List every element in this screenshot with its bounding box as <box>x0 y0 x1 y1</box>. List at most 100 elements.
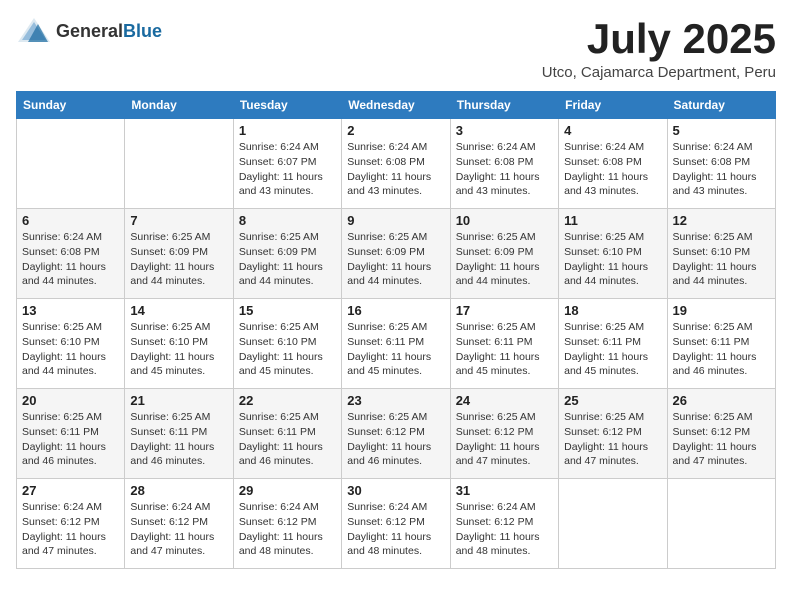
calendar-cell: 24Sunrise: 6:25 AM Sunset: 6:12 PM Dayli… <box>450 389 558 479</box>
day-number: 18 <box>564 303 661 318</box>
day-number: 6 <box>22 213 119 228</box>
calendar-cell: 1Sunrise: 6:24 AM Sunset: 6:07 PM Daylig… <box>233 119 341 209</box>
calendar-cell: 8 Sunrise: 6:25 AM Sunset: 6:09 PM Daylig… <box>233 209 341 299</box>
day-header-thursday: Thursday <box>450 92 558 119</box>
title-area: July 2025 Utco, Cajamarca Department, Pe… <box>542 16 776 81</box>
calendar-cell <box>667 479 775 569</box>
day-info: Sunrise: 6:25 AM Sunset: 6:10 PM Dayligh… <box>239 320 336 379</box>
calendar-cell: 9 Sunrise: 6:25 AM Sunset: 6:09 PM Daylig… <box>342 209 450 299</box>
day-number: 14 <box>130 303 227 318</box>
calendar-cell: 10 Sunrise: 6:25 AM Sunset: 6:09 PM Dayli… <box>450 209 558 299</box>
header: GeneralBlue July 2025 Utco, Cajamarca De… <box>16 16 776 81</box>
logo-icon <box>16 16 52 46</box>
calendar-cell: 19 Sunrise: 6:25 AM Sunset: 6:11 PM Dayli… <box>667 299 775 389</box>
day-number: 4 <box>564 123 661 138</box>
day-number: 9 <box>347 213 444 228</box>
calendar-cell: 27Sunrise: 6:24 AM Sunset: 6:12 PM Dayli… <box>17 479 125 569</box>
calendar-cell: 16Sunrise: 6:25 AM Sunset: 6:11 PM Dayli… <box>342 299 450 389</box>
day-info: Sunrise: 6:24 AM Sunset: 6:12 PM Dayligh… <box>22 500 119 559</box>
day-info: Sunrise: 6:25 AM Sunset: 6:09 PM Dayligh… <box>347 230 444 289</box>
calendar-week-row: 20 Sunrise: 6:25 AM Sunset: 6:11 PM Dayli… <box>17 389 776 479</box>
day-number: 2 <box>347 123 444 138</box>
day-info: Sunrise: 6:25 AM Sunset: 6:09 PM Dayligh… <box>239 230 336 289</box>
day-info: Sunrise: 6:24 AM Sunset: 6:07 PM Dayligh… <box>239 140 336 199</box>
calendar-cell: 12 Sunrise: 6:25 AM Sunset: 6:10 PM Dayli… <box>667 209 775 299</box>
calendar-cell: 11 Sunrise: 6:25 AM Sunset: 6:10 PM Dayli… <box>559 209 667 299</box>
calendar-table: SundayMondayTuesdayWednesdayThursdayFrid… <box>16 91 776 569</box>
calendar-header-row: SundayMondayTuesdayWednesdayThursdayFrid… <box>17 92 776 119</box>
day-info: Sunrise: 6:25 AM Sunset: 6:11 PM Dayligh… <box>673 320 770 379</box>
day-info: Sunrise: 6:24 AM Sunset: 6:12 PM Dayligh… <box>130 500 227 559</box>
day-header-saturday: Saturday <box>667 92 775 119</box>
day-number: 20 <box>22 393 119 408</box>
logo: GeneralBlue <box>16 16 162 46</box>
calendar-cell: 25Sunrise: 6:25 AM Sunset: 6:12 PM Dayli… <box>559 389 667 479</box>
logo-blue: Blue <box>123 21 162 41</box>
day-number: 30 <box>347 483 444 498</box>
calendar-cell: 18Sunrise: 6:25 AM Sunset: 6:11 PM Dayli… <box>559 299 667 389</box>
day-number: 10 <box>456 213 553 228</box>
location-title: Utco, Cajamarca Department, Peru <box>542 64 776 81</box>
day-info: Sunrise: 6:25 AM Sunset: 6:10 PM Dayligh… <box>673 230 770 289</box>
day-info: Sunrise: 6:25 AM Sunset: 6:11 PM Dayligh… <box>239 410 336 469</box>
calendar-week-row: 6 Sunrise: 6:24 AM Sunset: 6:08 PM Daylig… <box>17 209 776 299</box>
day-number: 13 <box>22 303 119 318</box>
calendar-cell: 4 Sunrise: 6:24 AM Sunset: 6:08 PM Daylig… <box>559 119 667 209</box>
calendar-cell: 28 Sunrise: 6:24 AM Sunset: 6:12 PM Dayli… <box>125 479 233 569</box>
day-info: Sunrise: 6:24 AM Sunset: 6:08 PM Dayligh… <box>22 230 119 289</box>
day-number: 25 <box>564 393 661 408</box>
day-header-monday: Monday <box>125 92 233 119</box>
day-info: Sunrise: 6:25 AM Sunset: 6:11 PM Dayligh… <box>22 410 119 469</box>
logo-general: General <box>56 21 123 41</box>
day-number: 15 <box>239 303 336 318</box>
day-info: Sunrise: 6:25 AM Sunset: 6:10 PM Dayligh… <box>22 320 119 379</box>
day-number: 11 <box>564 213 661 228</box>
calendar-cell: 2Sunrise: 6:24 AM Sunset: 6:08 PM Daylig… <box>342 119 450 209</box>
calendar-cell: 29 Sunrise: 6:24 AM Sunset: 6:12 PM Dayli… <box>233 479 341 569</box>
day-number: 3 <box>456 123 553 138</box>
day-header-tuesday: Tuesday <box>233 92 341 119</box>
day-number: 29 <box>239 483 336 498</box>
day-number: 5 <box>673 123 770 138</box>
calendar-cell: 3 Sunrise: 6:24 AM Sunset: 6:08 PM Daylig… <box>450 119 558 209</box>
calendar-cell: 23Sunrise: 6:25 AM Sunset: 6:12 PM Dayli… <box>342 389 450 479</box>
calendar-cell: 6 Sunrise: 6:24 AM Sunset: 6:08 PM Daylig… <box>17 209 125 299</box>
day-info: Sunrise: 6:24 AM Sunset: 6:08 PM Dayligh… <box>456 140 553 199</box>
calendar-week-row: 1Sunrise: 6:24 AM Sunset: 6:07 PM Daylig… <box>17 119 776 209</box>
day-number: 19 <box>673 303 770 318</box>
calendar-cell <box>17 119 125 209</box>
day-info: Sunrise: 6:24 AM Sunset: 6:12 PM Dayligh… <box>239 500 336 559</box>
calendar-cell: 7Sunrise: 6:25 AM Sunset: 6:09 PM Daylig… <box>125 209 233 299</box>
day-number: 8 <box>239 213 336 228</box>
logo-text: GeneralBlue <box>56 21 162 42</box>
calendar-cell: 20 Sunrise: 6:25 AM Sunset: 6:11 PM Dayli… <box>17 389 125 479</box>
calendar-cell: 30Sunrise: 6:24 AM Sunset: 6:12 PM Dayli… <box>342 479 450 569</box>
day-info: Sunrise: 6:24 AM Sunset: 6:08 PM Dayligh… <box>564 140 661 199</box>
calendar-week-row: 27Sunrise: 6:24 AM Sunset: 6:12 PM Dayli… <box>17 479 776 569</box>
day-number: 17 <box>456 303 553 318</box>
day-header-wednesday: Wednesday <box>342 92 450 119</box>
day-info: Sunrise: 6:25 AM Sunset: 6:10 PM Dayligh… <box>564 230 661 289</box>
day-header-sunday: Sunday <box>17 92 125 119</box>
day-info: Sunrise: 6:25 AM Sunset: 6:09 PM Dayligh… <box>456 230 553 289</box>
day-info: Sunrise: 6:25 AM Sunset: 6:11 PM Dayligh… <box>130 410 227 469</box>
calendar-cell: 26Sunrise: 6:25 AM Sunset: 6:12 PM Dayli… <box>667 389 775 479</box>
calendar-cell: 13 Sunrise: 6:25 AM Sunset: 6:10 PM Dayli… <box>17 299 125 389</box>
day-number: 28 <box>130 483 227 498</box>
day-info: Sunrise: 6:25 AM Sunset: 6:12 PM Dayligh… <box>347 410 444 469</box>
day-number: 21 <box>130 393 227 408</box>
day-number: 12 <box>673 213 770 228</box>
day-info: Sunrise: 6:25 AM Sunset: 6:10 PM Dayligh… <box>130 320 227 379</box>
day-number: 31 <box>456 483 553 498</box>
calendar-cell: 31Sunrise: 6:24 AM Sunset: 6:12 PM Dayli… <box>450 479 558 569</box>
month-title: July 2025 <box>542 16 776 62</box>
calendar-cell <box>125 119 233 209</box>
day-info: Sunrise: 6:24 AM Sunset: 6:08 PM Dayligh… <box>673 140 770 199</box>
calendar-cell: 15 Sunrise: 6:25 AM Sunset: 6:10 PM Dayli… <box>233 299 341 389</box>
calendar-cell: 14 Sunrise: 6:25 AM Sunset: 6:10 PM Dayli… <box>125 299 233 389</box>
calendar-cell: 17Sunrise: 6:25 AM Sunset: 6:11 PM Dayli… <box>450 299 558 389</box>
day-number: 16 <box>347 303 444 318</box>
day-number: 24 <box>456 393 553 408</box>
calendar-week-row: 13 Sunrise: 6:25 AM Sunset: 6:10 PM Dayli… <box>17 299 776 389</box>
day-header-friday: Friday <box>559 92 667 119</box>
